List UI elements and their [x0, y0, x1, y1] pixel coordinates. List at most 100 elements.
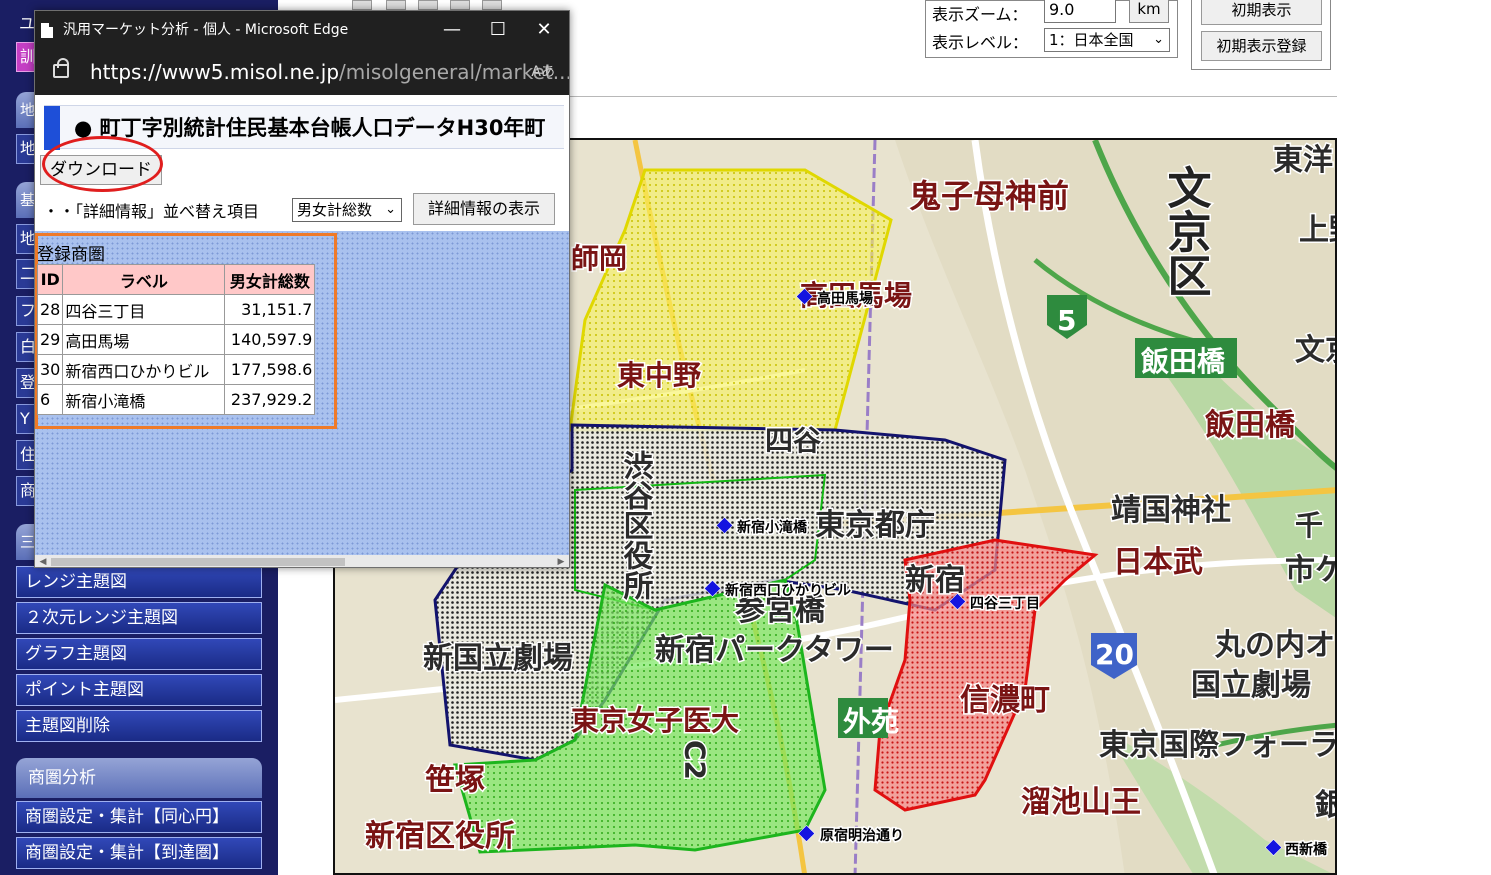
table-row[interactable]: 6 新宿小滝橋 237,929.2 — [36, 384, 316, 415]
2d-range-theme-map-button[interactable]: ２次元レンジ主題図 — [16, 602, 262, 634]
scrollbar-thumb[interactable] — [51, 558, 345, 566]
cell-label: 新宿西口ひかりビル — [62, 354, 226, 385]
map-label: 丸の内オ — [1214, 628, 1335, 663]
map-label: 渋谷区役所 — [618, 450, 654, 601]
scroll-right-icon[interactable]: ▶ — [554, 555, 568, 567]
toolbar-icon[interactable] — [386, 0, 406, 10]
maximize-icon[interactable]: ☐ — [475, 11, 521, 49]
toolbar-icon[interactable] — [352, 0, 372, 10]
map-label: 靖国神社 — [1111, 493, 1231, 528]
lock-icon — [53, 58, 69, 78]
cell-label: 新宿小滝橋 — [62, 384, 226, 415]
map-label: 四谷 — [765, 424, 822, 457]
address-bar[interactable]: https://www5.misol.ne.jp/misolgeneral/ma… — [35, 49, 569, 95]
trade-area-reach-button[interactable]: 商圏設定・集計【到達圏】 — [16, 837, 262, 869]
popup-browser-window[interactable]: 汎用マーケット分析 - 個人 - Microsoft Edge — ☐ ✕ ht… — [34, 10, 570, 568]
cell-id: 6 — [36, 384, 64, 415]
marker-label: 高田馬場 — [817, 290, 873, 307]
zoom-label: 表示ズーム： — [932, 5, 1028, 24]
show-details-button[interactable]: 詳細情報の表示 — [413, 193, 555, 225]
zoom-control-panel: 表示ズーム： 9.0 km 表示レベル： 1：日本全国 ⌄ — [925, 0, 1178, 58]
column-header[interactable]: ID — [36, 264, 64, 295]
page-icon — [41, 23, 53, 38]
table-pane: 登録商圏 ID ラベル 男女計総数 28 四谷三丁目 31,151.7 29 高… — [35, 231, 569, 555]
cell-total: 177,598.6 — [224, 354, 316, 385]
column-header[interactable]: 男女計総数 — [224, 264, 316, 295]
cell-label: 高田馬場 — [62, 324, 226, 355]
screen: ユ 訓 地 地 基 地 二 フ 白 登 Y 住 商 三 レンジ主題図 ２次元レン… — [0, 0, 1491, 875]
chevron-down-icon: ⌄ — [385, 202, 396, 217]
sort-select[interactable]: 男女計総数 ⌄ — [292, 198, 402, 222]
table-row[interactable]: 29 高田馬場 140,597.9 — [36, 324, 316, 355]
map-label: 東京女子医大 — [571, 704, 739, 737]
trade-area-table: ID ラベル 男女計総数 28 四谷三丁目 31,151.7 29 高田馬場 1… — [36, 264, 316, 415]
point-theme-map-button[interactable]: ポイント主題図 — [16, 674, 262, 706]
cell-total: 140,597.9 — [224, 324, 316, 355]
window-titlebar[interactable]: 汎用マーケット分析 - 個人 - Microsoft Edge — ☐ ✕ — [35, 11, 569, 49]
map-label: 東京国際フォーラ — [1099, 728, 1337, 763]
map-label: 上野 — [1299, 213, 1337, 248]
toolbar-icon[interactable] — [418, 0, 438, 10]
window-title: 汎用マーケット分析 - 個人 - Microsoft Edge — [63, 22, 349, 38]
table-row[interactable]: 30 新宿西口ひかりビル 177,598.6 — [36, 354, 316, 385]
translate-icon[interactable]: Aあ — [531, 61, 555, 83]
horizontal-scrollbar[interactable]: ◀ ▶ — [35, 555, 569, 567]
map-label: 文京 — [1295, 333, 1337, 368]
url-host: https://www5.misol.ne.jp — [90, 60, 340, 84]
highlight-circle — [42, 136, 163, 192]
map-label: 日本武 — [1113, 545, 1203, 580]
table-row[interactable]: 28 四谷三丁目 31,151.7 — [36, 294, 316, 325]
map-label: 飯田橋 — [1205, 408, 1296, 443]
level-select[interactable]: 1：日本全国 ⌄ — [1044, 28, 1170, 52]
route-number: 5 — [1057, 304, 1076, 337]
sort-label: ・・「詳細情報」並べ替え項目 — [43, 202, 260, 221]
cell-id: 29 — [36, 324, 64, 355]
initial-display-panel: 初期表示 初期表示登録 — [1191, 0, 1331, 70]
cell-label: 四谷三丁目 — [62, 294, 226, 325]
popup-page: ● 町丁字別統計住民基本台帳人口データH30年町 ダウンロード ・・「詳細情報」… — [35, 95, 569, 567]
level-label: 表示レベル： — [932, 33, 1029, 52]
toolbar-icon[interactable] — [482, 0, 502, 10]
map-label: 飯田橋 — [1141, 345, 1226, 378]
map-label: 笹塚 — [425, 763, 485, 798]
trade-area-concentric-button[interactable]: 商圏設定・集計【同心円】 — [16, 801, 262, 833]
divider — [570, 96, 1337, 97]
map-label: 溜池山王 — [1021, 785, 1141, 820]
initial-display-button[interactable]: 初期表示 — [1201, 0, 1322, 25]
map-label: 銀 — [1315, 788, 1337, 823]
cell-id: 28 — [36, 294, 64, 325]
trade-area-analysis-header: 商圏分析 — [16, 758, 262, 798]
table-header-row: ID ラベル 男女計総数 — [36, 264, 316, 295]
initial-display-register-button[interactable]: 初期表示登録 — [1201, 31, 1322, 61]
scroll-left-icon[interactable]: ◀ — [36, 555, 50, 567]
cell-total: 237,929.2 — [224, 384, 316, 415]
map-label: 東京都庁 — [815, 508, 935, 543]
map-label: 外苑 — [843, 705, 899, 738]
map-label: 東中野 — [617, 359, 701, 392]
map-label: 新国立劇場 — [423, 641, 573, 676]
map-label: C2 — [679, 740, 712, 780]
cell-total: 31,151.7 — [224, 294, 316, 325]
delete-theme-map-button[interactable]: 主題図削除 — [16, 710, 262, 742]
column-header[interactable]: ラベル — [62, 264, 226, 295]
marker-label: 新宿小滝橋 — [737, 519, 808, 536]
toolbar-icon[interactable] — [450, 0, 470, 10]
marker-label: 西新橋 — [1285, 841, 1328, 858]
map-label: 師岡 — [571, 242, 627, 275]
chevron-down-icon: ⌄ — [1153, 32, 1164, 47]
map-label: 千 — [1295, 509, 1323, 542]
map-label: 鬼子母神前 — [909, 177, 1069, 215]
close-icon[interactable]: ✕ — [521, 11, 567, 49]
map-label: 国立劇場 — [1191, 668, 1311, 703]
map-label: 新宿パークタワー — [655, 633, 894, 668]
url-text[interactable]: https://www5.misol.ne.jp/misolgeneral/ma… — [90, 49, 569, 95]
km-button[interactable]: km — [1129, 0, 1169, 23]
graph-theme-map-button[interactable]: グラフ主題図 — [16, 638, 262, 670]
map-label: 新宿区役所 — [365, 819, 515, 854]
minimize-icon[interactable]: — — [429, 11, 475, 49]
zoom-input[interactable]: 9.0 — [1044, 0, 1116, 23]
marker-label: 原宿明治通り — [820, 827, 904, 844]
range-theme-map-button[interactable]: レンジ主題図 — [16, 566, 262, 598]
table-title: 登録商圏 — [37, 245, 105, 265]
map-label: 信濃町 — [960, 683, 1050, 718]
